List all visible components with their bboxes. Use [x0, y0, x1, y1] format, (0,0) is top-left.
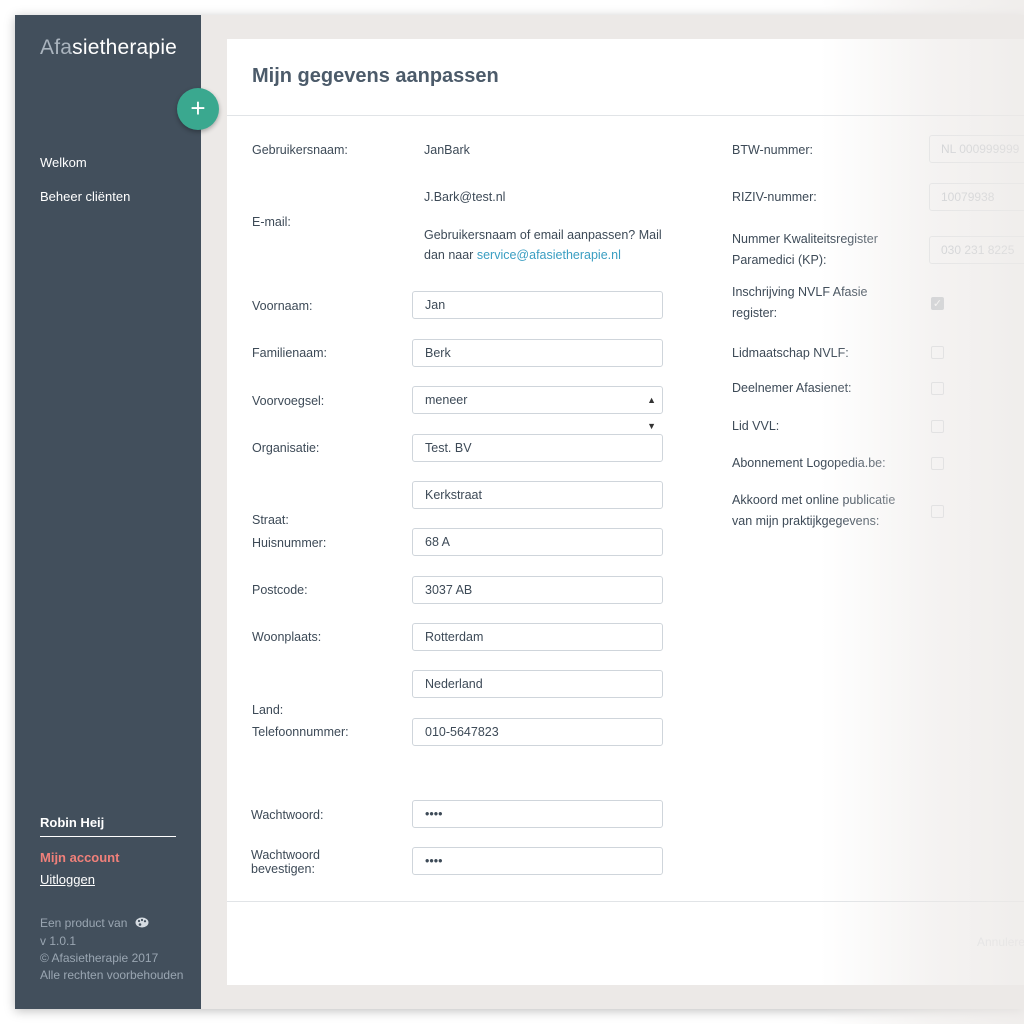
- footer-copyright: © Afasietherapie 2017: [40, 951, 159, 965]
- user-name: Robin Heij: [40, 815, 105, 830]
- nvlf-register-checkbox[interactable]: ✓: [931, 297, 944, 310]
- cancel-button[interactable]: Annuleren: [977, 935, 1024, 949]
- password-confirm-label-line2: bevestigen:: [251, 862, 315, 876]
- phone-label: Telefoonnummer:: [252, 725, 349, 739]
- nvlf-register-label-line2: register:: [732, 306, 778, 320]
- my-account-link[interactable]: Mijn account: [40, 850, 119, 865]
- logout-link[interactable]: Uitloggen: [40, 872, 95, 887]
- username-value: JanBark: [424, 143, 470, 157]
- housenr-label: Huisnummer:: [252, 536, 327, 550]
- vvl-checkbox[interactable]: [931, 420, 944, 433]
- plus-icon: +: [190, 93, 206, 123]
- app-logo[interactable]: Afasietherapie: [40, 36, 177, 60]
- email-note-text: dan naar: [424, 248, 474, 262]
- country-label: Land:: [252, 703, 284, 717]
- vat-input[interactable]: NL 000999999: [929, 135, 1024, 163]
- riziv-input[interactable]: 10079938: [929, 183, 1024, 211]
- publish-label-line2: van mijn praktijkgegevens:: [732, 514, 880, 528]
- footer-version: v 1.0.1: [40, 934, 77, 948]
- nvlf-member-label: Lidmaatschap NVLF:: [732, 346, 849, 360]
- user-divider: [40, 836, 176, 837]
- footer-divider: [227, 901, 1024, 902]
- password-confirm-input[interactable]: ••••: [412, 847, 663, 875]
- afasienet-checkbox[interactable]: [931, 382, 944, 395]
- logopedia-label: Abonnement Logopedia.be:: [732, 456, 886, 470]
- email-label: E-mail:: [252, 215, 291, 229]
- logo-light-text: Afa: [40, 36, 73, 59]
- prefix-select-value: meneer: [425, 393, 468, 407]
- city-label: Woonplaats:: [252, 630, 322, 644]
- phone-input[interactable]: 010-5647823: [412, 718, 663, 746]
- riziv-label: RIZIV-nummer:: [732, 190, 817, 204]
- sidebar-item-clients[interactable]: Beheer cliënten: [40, 189, 130, 204]
- page-title: Mijn gegevens aanpassen: [252, 65, 499, 87]
- zip-label: Postcode:: [252, 583, 308, 597]
- housenr-input[interactable]: 68 A: [412, 528, 663, 556]
- email-note-line1: Gebruikersnaam of email aanpassen? Mail: [424, 228, 662, 242]
- sidebar: Afasietherapie Welkom Beheer cliënten Ro…: [15, 15, 201, 1009]
- prefix-select[interactable]: meneer ▲ ▼: [412, 386, 663, 431]
- footer-rights: Alle rechten voorbehouden: [40, 968, 184, 982]
- kp-label-line2: Paramedici (KP):: [732, 253, 827, 267]
- email-note-line2: dan naar service@afasietherapie.nl: [424, 245, 621, 265]
- lastname-input[interactable]: Berk: [412, 339, 663, 367]
- service-email-link[interactable]: service@afasietherapie.nl: [477, 248, 621, 262]
- footer-product-text: Een product van: [40, 916, 128, 930]
- footer-product-line: Een product van: [40, 916, 149, 931]
- zip-input[interactable]: 3037 AB: [412, 576, 663, 604]
- firstname-input[interactable]: Jan: [412, 291, 663, 319]
- street-input[interactable]: Kerkstraat: [412, 481, 663, 509]
- palette-icon: [135, 917, 149, 931]
- nvlf-register-label-line1: Inschrijving NVLF Afasie: [732, 285, 868, 299]
- org-input[interactable]: Test. BV: [412, 434, 663, 462]
- lastname-label: Familienaam:: [252, 346, 328, 360]
- updown-arrows-icon: ▲ ▼: [647, 395, 656, 431]
- logo-bold-text: sietherapie: [72, 36, 178, 59]
- country-input[interactable]: Nederland: [412, 670, 663, 698]
- sidebar-item-welkom[interactable]: Welkom: [40, 155, 87, 170]
- kp-input[interactable]: 030 231 8225: [929, 236, 1024, 264]
- password-input[interactable]: ••••: [412, 800, 663, 828]
- username-label: Gebruikersnaam:: [252, 143, 348, 157]
- app-window: Afasietherapie Welkom Beheer cliënten Ro…: [15, 15, 1024, 1009]
- email-value: J.Bark@test.nl: [424, 190, 506, 204]
- publish-checkbox[interactable]: [931, 505, 944, 518]
- street-label: Straat:: [252, 513, 289, 527]
- kp-label-line1: Nummer Kwaliteitsregister: [732, 232, 878, 246]
- afasienet-label: Deelnemer Afasienet:: [732, 381, 852, 395]
- nvlf-member-checkbox[interactable]: [931, 346, 944, 359]
- checkmark-icon: ✓: [932, 298, 943, 310]
- password-label: Wachtwoord:: [251, 808, 324, 822]
- publish-label-line1: Akkoord met online publicatie: [732, 493, 896, 507]
- prefix-label: Voorvoegsel:: [252, 394, 325, 408]
- city-input[interactable]: Rotterdam: [412, 623, 663, 651]
- main-card: Mijn gegevens aanpassen Gebruikersnaam: …: [227, 39, 1024, 985]
- vvl-label: Lid VVL:: [732, 419, 780, 433]
- org-label: Organisatie:: [252, 441, 320, 455]
- header-divider: [227, 115, 1024, 116]
- firstname-label: Voornaam:: [252, 299, 313, 313]
- add-button[interactable]: +: [177, 88, 219, 130]
- vat-label: BTW-nummer:: [732, 143, 814, 157]
- logopedia-checkbox[interactable]: [931, 457, 944, 470]
